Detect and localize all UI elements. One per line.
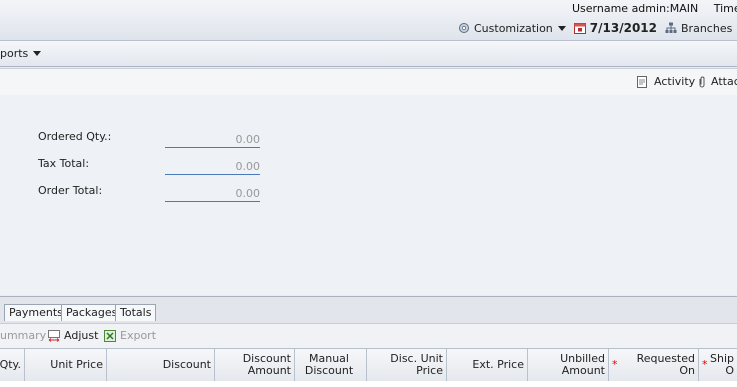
adjust-label: Adjust <box>64 329 99 342</box>
column-header-ship-on[interactable]: * Ship O <box>699 349 737 381</box>
column-header-manual-discount[interactable]: Manual Discount <box>295 349 367 381</box>
customization-label: Customization <box>474 21 553 35</box>
chevron-down-icon <box>33 51 42 56</box>
top-bar: Username admin:MAIN Time Zon Customizati… <box>0 0 737 41</box>
calendar-icon <box>573 23 586 34</box>
summary-label: ummary <box>0 329 47 342</box>
grid-body <box>0 381 737 387</box>
tab-totals[interactable]: Totals <box>115 304 157 321</box>
branches-label: Branches <box>681 21 733 35</box>
tab-payments[interactable]: Payments <box>4 304 68 321</box>
username-label: Username admin:MAIN <box>572 2 699 15</box>
column-header-requested-on[interactable]: * Requested On <box>609 349 699 381</box>
document-icon <box>637 75 647 88</box>
reports-label: ports <box>0 47 29 60</box>
date-label: 7/13/2012 <box>589 21 658 35</box>
tax-total-field[interactable]: 0.00 <box>165 160 260 175</box>
attach-button[interactable]: Attac <box>696 75 737 88</box>
gear-icon <box>459 23 469 33</box>
ordered-qty-label: Ordered Qty.: <box>38 130 112 143</box>
column-header-discount[interactable]: Discount <box>107 349 215 381</box>
grid-toolbar: ummary Adjust Export <box>0 323 737 348</box>
column-header-disc-unit-price[interactable]: Disc. Unit Price <box>367 349 447 381</box>
tab-packages[interactable]: Packages <box>61 304 123 321</box>
activity-button[interactable]: Activity <box>636 75 695 88</box>
menu-bar: ports <box>0 41 737 67</box>
column-header-unit-price[interactable]: Unit Price <box>25 349 107 381</box>
column-header-ext-price[interactable]: Ext. Price <box>447 349 528 381</box>
timezone-label[interactable]: Time Zon <box>714 2 737 15</box>
branches-icon <box>665 22 677 33</box>
customization-menu[interactable]: Customization <box>458 22 566 35</box>
business-date[interactable]: 7/13/2012 <box>573 21 658 35</box>
excel-icon <box>104 329 116 342</box>
reports-menu[interactable]: ports <box>0 47 42 60</box>
column-header-discount-amount[interactable]: Discount Amount <box>215 349 295 381</box>
summary-button[interactable]: ummary <box>0 329 46 342</box>
activity-label: Activity <box>654 75 696 88</box>
user-info: Username admin:MAIN Time Zon <box>572 2 737 15</box>
branches-menu[interactable]: Branches <box>665 22 737 35</box>
action-bar: Activity Attac <box>0 68 737 96</box>
paperclip-icon <box>699 76 705 87</box>
export-button[interactable]: Export <box>104 329 156 342</box>
tax-total-label: Tax Total: <box>38 157 90 170</box>
order-totals-form: Ordered Qty.: 0.00 Tax Total: 0.00 Order… <box>0 95 737 295</box>
header-tools: Customization 7/13/2012 Branches <box>458 19 737 37</box>
tab-strip: Payments Packages Totals <box>0 296 737 323</box>
order-total-field[interactable]: 0.00 <box>165 187 260 202</box>
column-header-qty[interactable]: Qty. <box>0 349 25 381</box>
chevron-down-icon <box>557 25 566 31</box>
adjust-button[interactable]: Adjust <box>48 329 98 342</box>
grid-header: Qty. Unit Price Discount Discount Amount… <box>0 348 737 382</box>
column-header-unbilled-amount[interactable]: Unbilled Amount <box>528 349 609 381</box>
ordered-qty-field[interactable]: 0.00 <box>165 133 260 148</box>
order-total-label: Order Total: <box>38 184 103 197</box>
adjust-icon <box>48 329 60 342</box>
export-label: Export <box>120 329 157 342</box>
attach-label: Attac <box>711 75 737 88</box>
